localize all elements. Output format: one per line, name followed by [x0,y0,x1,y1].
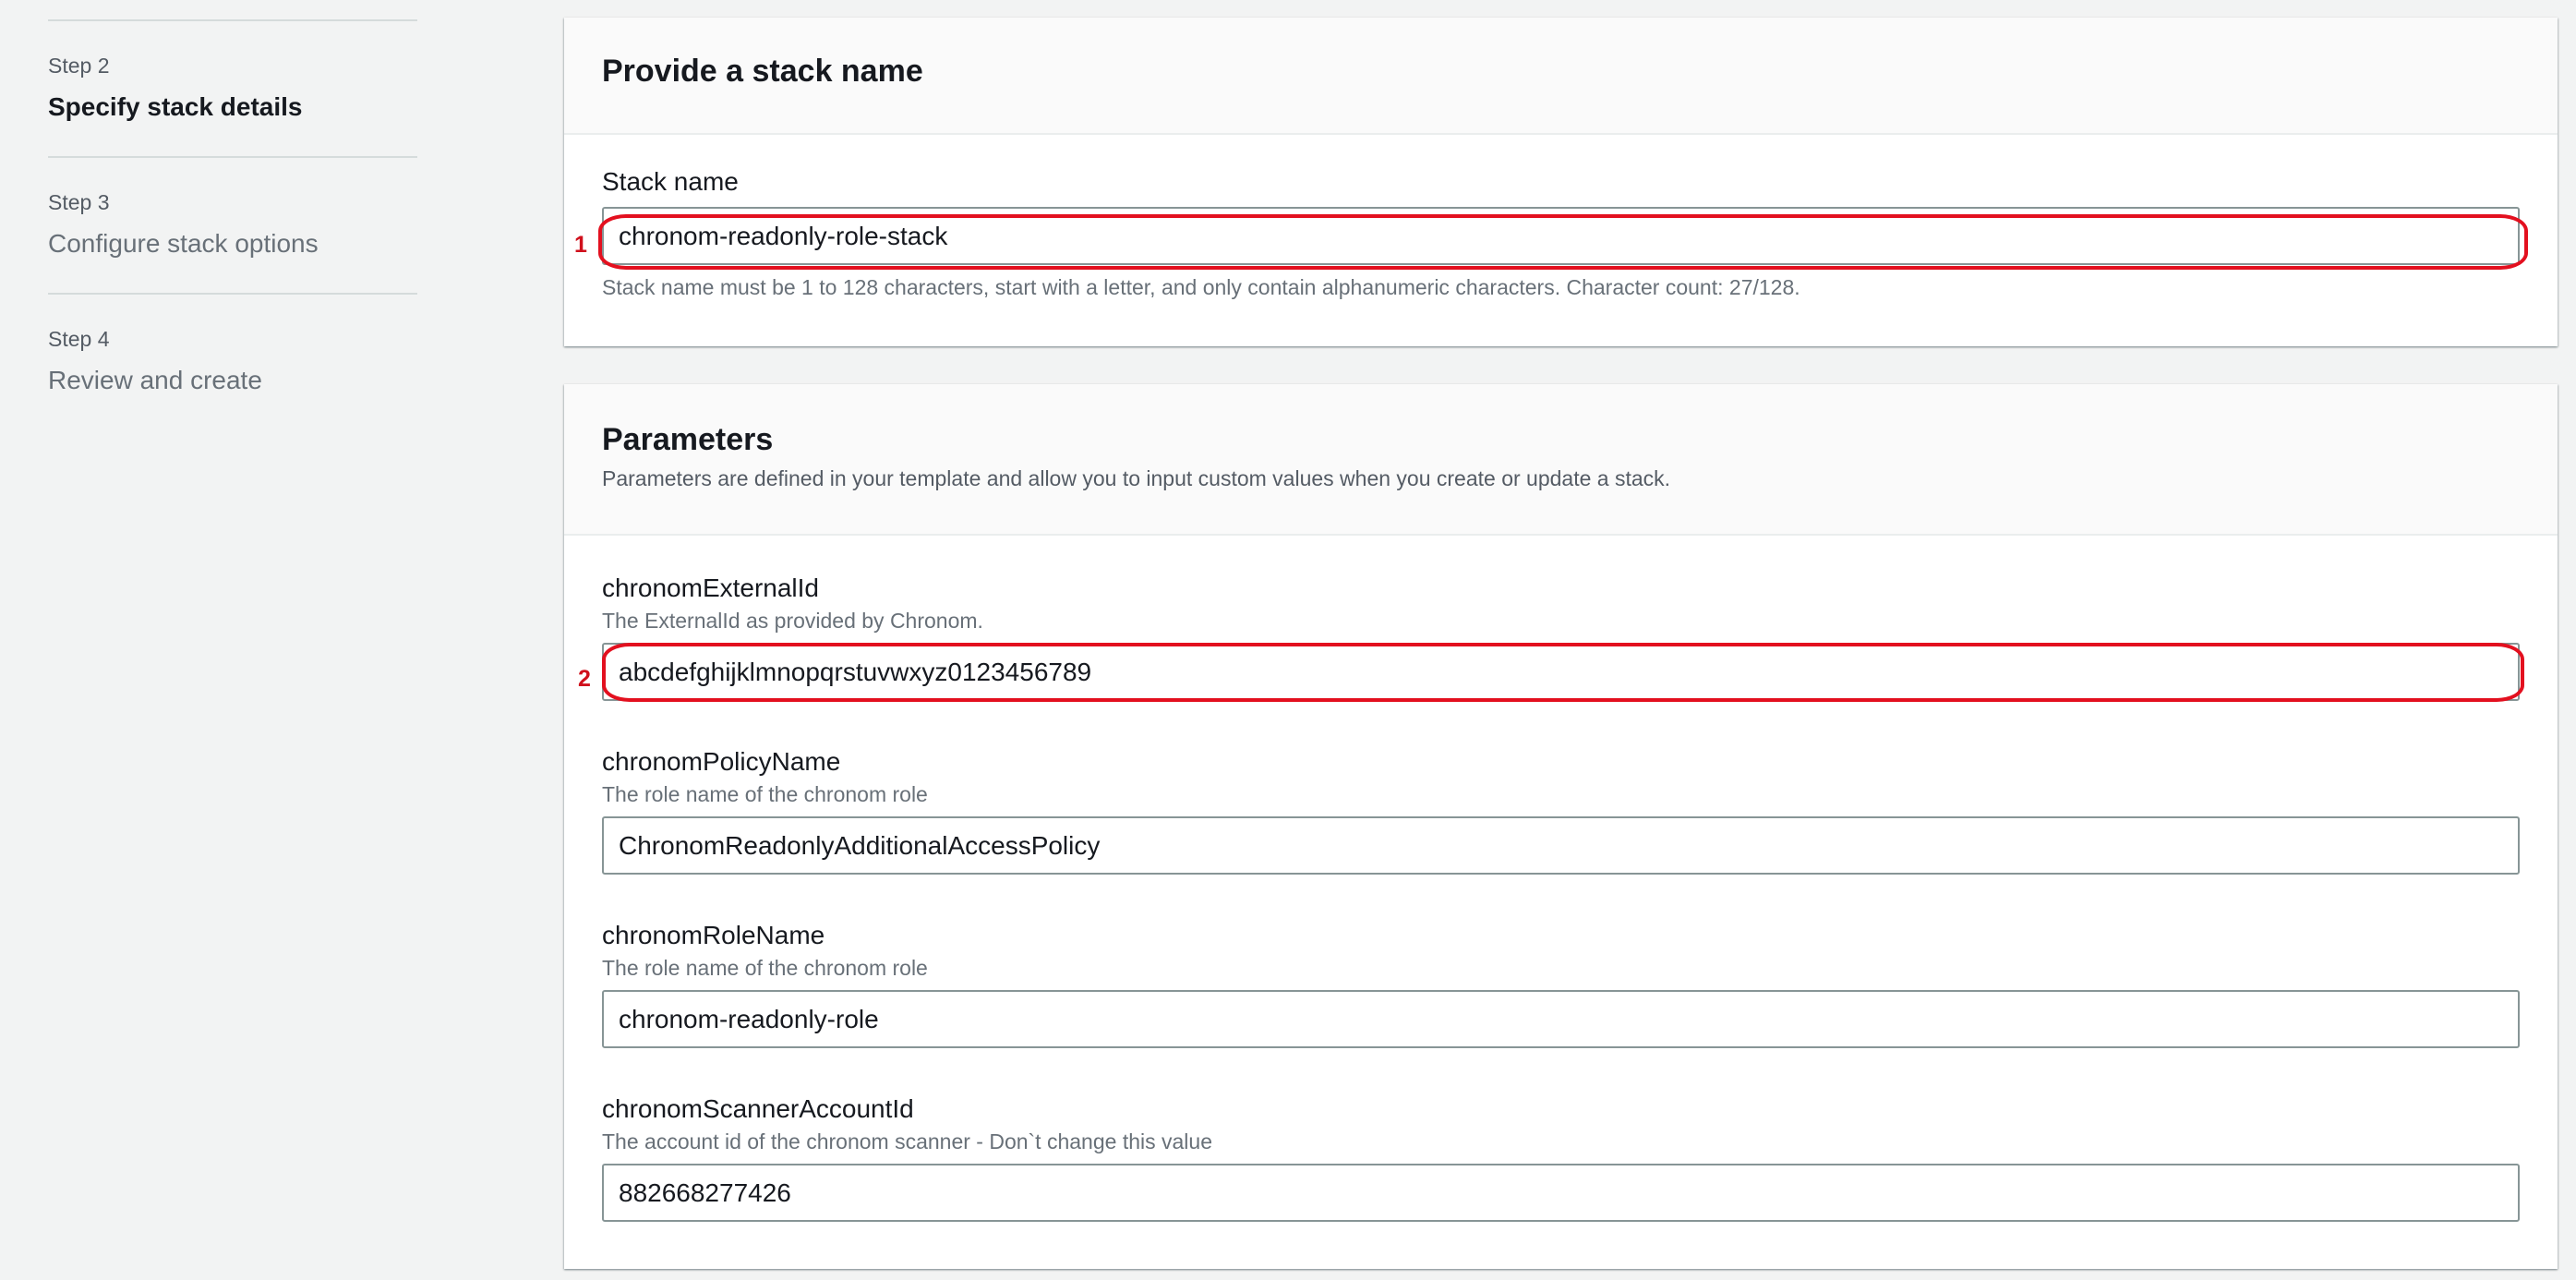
external-id-input[interactable] [602,643,2520,701]
step-title: Specify stack details [48,92,303,121]
step-title: Review and create [48,366,262,394]
wizard-steps-nav: Step 2 Specify stack details Step 3 Conf… [48,19,417,429]
param-description: The ExternalId as provided by Chronom. [602,609,983,633]
step-number: Step 4 [48,327,110,351]
step-review-and-create[interactable]: Step 4 Review and create [48,293,417,429]
param-description: The account id of the chronom scanner - … [602,1129,1212,1153]
step-number: Step 3 [48,190,110,214]
parameters-panel: Parameters Parameters are defined in you… [564,384,2558,1269]
param-policy-name-field: chronomPolicyName The role name of the c… [602,746,2520,875]
param-label: chronomRoleName [602,921,825,949]
stack-name-input-wrap: 1 [574,207,2528,270]
param-label: chronomScannerAccountId [602,1094,914,1123]
stack-name-label: Stack name [602,167,739,196]
step-title: Configure stack options [48,229,319,258]
param-description: The role name of the chronom role [602,956,928,980]
panel-header: Provide a stack name [564,18,2558,135]
param-external-id-field: chronomExternalId The ExternalId as prov… [578,573,2524,702]
step-number: Step 2 [48,54,110,78]
panel-title: Provide a stack name [602,54,923,89]
panel-title: Parameters [602,422,774,457]
step-specify-stack-details[interactable]: Step 2 Specify stack details [48,19,417,156]
stack-name-field: Stack name 1 Stack name must be 1 to 128… [574,166,2528,300]
param-role-name-field: chronomRoleName The role name of the chr… [602,920,2520,1048]
panel-description: Parameters are defined in your template … [602,466,1671,490]
annotation-marker: 2 [578,666,591,692]
stack-name-constraint: Stack name must be 1 to 128 characters, … [602,275,1800,299]
stack-name-panel: Provide a stack name Stack name 1 Stack … [564,18,2558,346]
step-configure-stack-options[interactable]: Step 3 Configure stack options [48,156,417,293]
param-scanner-account-id-field: chronomScannerAccountId The account id o… [602,1093,2520,1222]
annotation-marker: 1 [574,232,587,258]
param-input-wrap: 2 [578,643,2524,702]
param-label: chronomPolicyName [602,747,841,776]
policy-name-input[interactable] [602,816,2520,875]
role-name-input[interactable] [602,990,2520,1048]
param-label: chronomExternalId [602,574,820,602]
param-description: The role name of the chronom role [602,782,928,806]
stack-name-input[interactable] [602,207,2520,265]
panel-header: Parameters Parameters are defined in you… [564,384,2558,536]
scanner-account-id-input[interactable] [602,1164,2520,1222]
